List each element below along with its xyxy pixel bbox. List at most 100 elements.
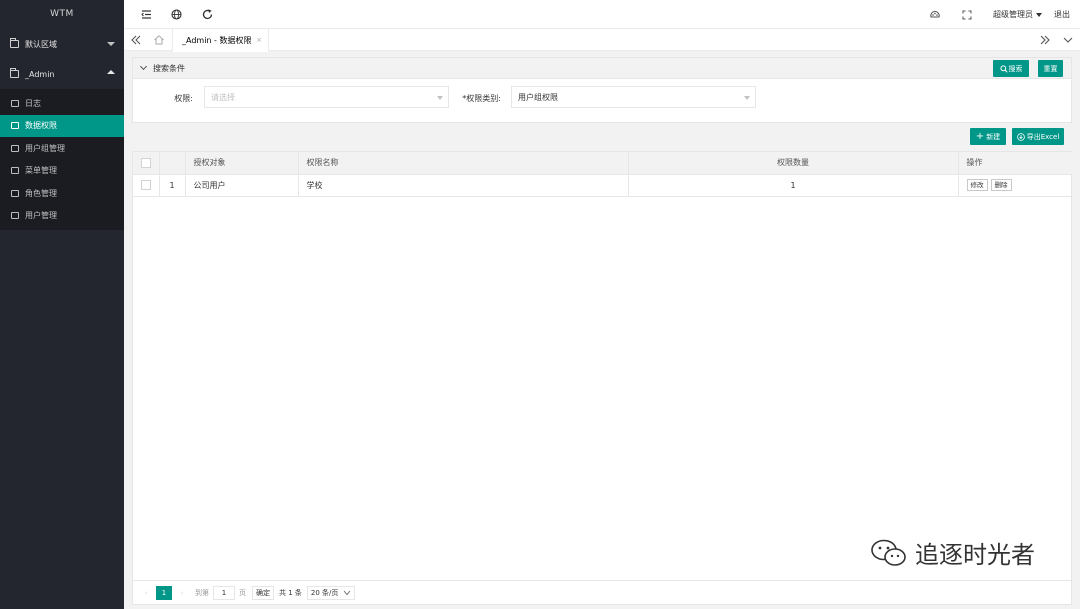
export-button-label: 导出Excel [1026, 132, 1060, 141]
tab-scroll-left-icon[interactable] [129, 33, 143, 47]
page-1-button[interactable]: 1 [156, 585, 172, 600]
privilege-type-value: 用户组权限 [518, 92, 558, 102]
sidebar-item-data-privilege[interactable]: 数据权限 [0, 114, 124, 137]
export-excel-button[interactable]: 导出Excel [1012, 128, 1064, 145]
privilege-label: 权限: [174, 94, 193, 103]
sidebar-item-label: 角色管理 [25, 188, 57, 198]
search-button[interactable]: 搜索 [993, 60, 1029, 77]
privilege-select-placeholder: 请选择 [211, 92, 235, 102]
menu-toggle-icon[interactable] [140, 8, 153, 21]
sidebar-item-label: 数据权限 [25, 121, 57, 131]
col-header-count[interactable]: 权限数量 [628, 152, 959, 175]
data-table: 授权对象 权限名称 权限数量 操作 1 公司用户 学校 1 修改 删除 [133, 152, 1073, 197]
row-object: 公司用户 [185, 174, 299, 197]
goto-confirm-button[interactable]: 确定 [252, 585, 274, 600]
row-name: 学校 [298, 174, 629, 197]
row-checkbox[interactable] [140, 180, 151, 190]
row-select-cell [133, 174, 160, 197]
sidebar-item-role[interactable]: 角色管理 [0, 182, 124, 205]
page-size-select[interactable]: 20 条/页 [306, 585, 356, 600]
tab-data-privilege[interactable]: _Admin - 数据权限 × [172, 29, 269, 52]
next-page-button[interactable]: › [177, 589, 187, 597]
sidebar-group-label: 默认区域 [25, 39, 57, 49]
folder-icon [10, 38, 19, 48]
select-all-checkbox[interactable] [140, 157, 151, 168]
sidebar-item-user-group[interactable]: 用户组管理 [0, 137, 124, 160]
add-button[interactable]: + 新建 [970, 128, 1006, 145]
page-unit-label: 页 [239, 588, 246, 597]
caret-down-icon [744, 96, 750, 100]
globe-icon[interactable] [170, 8, 183, 21]
sidebar-item-label: 日志 [25, 98, 41, 108]
user-menu[interactable]: 超级管理员 [993, 9, 1042, 20]
refresh-icon[interactable] [201, 8, 214, 21]
folder-icon [10, 68, 19, 78]
tab-menu-chevron-icon[interactable] [1061, 33, 1075, 47]
sidebar-item-label: 菜单管理 [25, 166, 57, 176]
theme-icon[interactable] [929, 9, 941, 21]
watermark: 追逐时光者 [869, 535, 1035, 570]
folder-icon [11, 99, 19, 107]
total-count: 共 1 条 [279, 588, 302, 597]
prev-page-button[interactable]: ‹ [141, 589, 151, 597]
table-header-row: 授权对象 权限名称 权限数量 操作 [133, 152, 1073, 175]
chevron-down-icon [139, 62, 148, 71]
caret-down-icon [437, 96, 443, 100]
fullscreen-icon[interactable] [961, 9, 973, 21]
privilege-select[interactable]: 请选择 [204, 86, 449, 108]
select-all-cell [133, 152, 160, 175]
goto-page-input[interactable] [213, 585, 235, 600]
app-logo: WTM [50, 9, 74, 19]
download-icon [1016, 132, 1025, 141]
table-toolbar: + 新建 导出Excel [132, 123, 1072, 151]
col-header-name[interactable]: 权限名称 [298, 152, 629, 175]
sidebar-group-default[interactable]: 默认区域 [0, 29, 124, 59]
col-header-actions: 操作 [958, 152, 1073, 175]
search-button-label: 搜索 [1008, 64, 1023, 73]
row-actions: 修改 删除 [958, 174, 1073, 197]
sidebar-group-label: _Admin [25, 69, 55, 79]
delete-button[interactable]: 删除 [990, 179, 1012, 191]
search-panel-title: 搜索条件 [153, 63, 185, 73]
col-header-object[interactable]: 授权对象 [185, 152, 299, 175]
wechat-icon [871, 539, 906, 566]
privilege-type-select[interactable]: 用户组权限 [511, 86, 756, 108]
top-bar: 超级管理员 退出 [124, 0, 1080, 29]
tab-bar: _Admin - 数据权限 × [124, 29, 1080, 52]
search-panel: 搜索条件 搜索 重置 权限: 请选择 *权限类别: 用户组权限 [132, 57, 1072, 123]
search-form: 权限: 请选择 *权限类别: 用户组权限 [133, 79, 1071, 123]
sidebar-item-log[interactable]: 日志 [0, 92, 124, 115]
sidebar-group-admin[interactable]: _Admin [0, 59, 124, 89]
plus-icon: + [975, 130, 985, 142]
sidebar-item-user[interactable]: 用户管理 [0, 205, 124, 228]
pagination: ‹ 1 › 到第 页 确定 共 1 条 20 条/页 [133, 580, 1071, 604]
logout-link[interactable]: 退出 [1054, 9, 1070, 20]
watermark-text: 追逐时光者 [915, 541, 1035, 569]
caret-up-icon [107, 70, 115, 74]
tab-label: _Admin - 数据权限 [182, 35, 252, 45]
caret-down-icon [1036, 12, 1042, 17]
home-icon[interactable] [152, 33, 166, 47]
chevron-down-icon [344, 590, 351, 595]
folder-icon [11, 189, 19, 197]
tab-scroll-right-icon[interactable] [1038, 33, 1052, 47]
row-count: 1 [628, 174, 959, 197]
privilege-type-label: *权限类别: [462, 94, 501, 103]
folder-icon [11, 122, 19, 130]
search-panel-header[interactable]: 搜索条件 搜索 重置 [133, 58, 1071, 79]
close-icon[interactable]: × [256, 36, 262, 44]
sidebar-item-label: 用户管理 [25, 211, 57, 221]
top-bar-right: 超级管理员 退出 [929, 0, 1070, 29]
add-button-label: 新建 [986, 132, 1001, 141]
table-row: 1 公司用户 学校 1 修改 删除 [133, 174, 1073, 197]
goto-label: 到第 [195, 588, 209, 597]
data-table-panel: 授权对象 权限名称 权限数量 操作 1 公司用户 学校 1 修改 删除 追逐时光… [132, 151, 1073, 605]
sidebar-item-menu[interactable]: 菜单管理 [0, 160, 124, 183]
folder-icon [11, 212, 19, 220]
reset-button[interactable]: 重置 [1038, 60, 1063, 77]
search-icon [999, 64, 1008, 73]
sidebar-item-label: 用户组管理 [25, 143, 65, 153]
user-name: 超级管理员 [993, 10, 1033, 19]
edit-button[interactable]: 修改 [966, 179, 988, 191]
sidebar-submenu: 日志 数据权限 用户组管理 菜单管理 角色管理 用户管理 [0, 89, 124, 230]
